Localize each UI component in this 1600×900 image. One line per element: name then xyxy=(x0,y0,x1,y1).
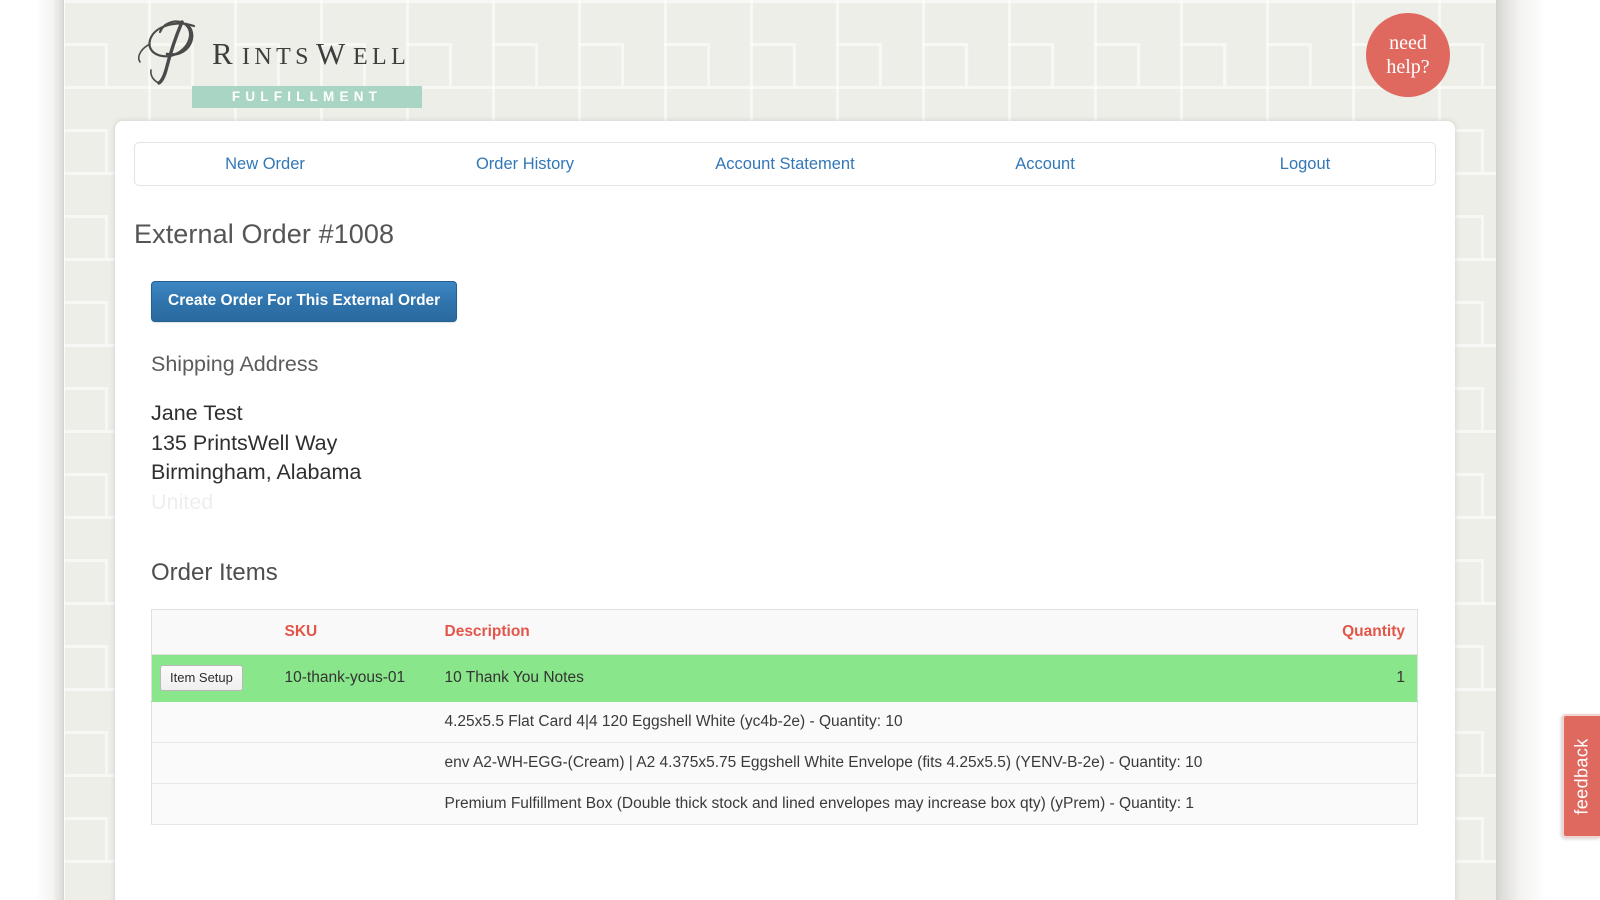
sub-item-description-cell: 4.25x5.5 Flat Card 4|4 120 Eggshell Whit… xyxy=(436,701,1418,743)
printswell-logo[interactable]: R INTS W ELL FULFILLMENT xyxy=(120,14,430,108)
table-row: env A2-WH-EGG-(Cream) | A2 4.375x5.75 Eg… xyxy=(151,742,1418,784)
item-setup-button[interactable]: Item Setup xyxy=(160,665,243,691)
sub-item-description-cell: env A2-WH-EGG-(Cream) | A2 4.375x5.75 Eg… xyxy=(436,742,1418,784)
column-header-sku: SKU xyxy=(276,609,437,655)
sub-item-sku-cell xyxy=(276,742,437,784)
need-help-line-2: help? xyxy=(1386,56,1430,78)
table-row: Item Setup 10-thank-yous-01 10 Thank You… xyxy=(151,654,1418,702)
table-header-row: SKU Description Quantity xyxy=(151,609,1418,655)
column-header-description: Description xyxy=(436,609,1308,655)
nav-item-order-history[interactable]: Order History xyxy=(395,155,655,174)
table-row: Premium Fulfillment Box (Double thick st… xyxy=(151,783,1418,825)
sub-item-description-cell: Premium Fulfillment Box (Double thick st… xyxy=(436,783,1418,825)
item-sku-cell: 10-thank-yous-01 xyxy=(276,654,437,702)
shipping-recipient-name: Jane Test xyxy=(151,401,243,425)
item-setup-cell: Item Setup xyxy=(151,654,277,702)
svg-text:ELL: ELL xyxy=(353,44,410,70)
logo-fulfillment-band: FULFILLMENT xyxy=(192,86,422,108)
nav-item-account-statement[interactable]: Account Statement xyxy=(655,155,915,174)
order-items-table: SKU Description Quantity Item Setup 10-t… xyxy=(151,609,1418,825)
content-card: New Order Order History Account Statemen… xyxy=(115,121,1455,900)
column-header-action xyxy=(151,609,277,655)
svg-text:R: R xyxy=(212,36,237,71)
order-items-table-body: Item Setup 10-thank-yous-01 10 Thank You… xyxy=(151,654,1418,825)
table-row: 4.25x5.5 Flat Card 4|4 120 Eggshell Whit… xyxy=(151,701,1418,743)
nav-item-account[interactable]: Account xyxy=(915,155,1175,174)
svg-text:INTS: INTS xyxy=(242,44,313,70)
sub-item-action-cell xyxy=(151,701,277,743)
left-page-shadow xyxy=(0,0,64,900)
main-navigation: New Order Order History Account Statemen… xyxy=(134,142,1436,186)
need-help-button[interactable]: need help? xyxy=(1366,13,1450,97)
order-items-heading: Order Items xyxy=(151,559,278,586)
shipping-city-state: Birmingham, Alabama xyxy=(151,460,362,484)
sub-item-action-cell xyxy=(151,783,277,825)
create-order-button[interactable]: Create Order For This External Order xyxy=(151,281,458,322)
logo-wordmark: R INTS W ELL xyxy=(120,14,430,86)
nav-item-logout[interactable]: Logout xyxy=(1175,155,1435,174)
need-help-line-1: need xyxy=(1389,32,1427,54)
browser-viewport: R INTS W ELL FULFILLMENT need help? New … xyxy=(0,0,1600,900)
feedback-tab-button[interactable]: feedback xyxy=(1562,714,1600,838)
sub-item-sku-cell xyxy=(276,701,437,743)
site-header: R INTS W ELL FULFILLMENT need help? xyxy=(62,0,1498,118)
shipping-address-block: Jane Test 135 PrintsWell Way Birmingham,… xyxy=(151,399,1455,517)
order-items-table-head: SKU Description Quantity xyxy=(151,609,1418,655)
page-title: External Order #1008 xyxy=(134,219,395,249)
item-description-cell: 10 Thank You Notes xyxy=(436,654,1308,702)
shipping-address-heading: Shipping Address xyxy=(151,352,319,376)
shipping-street: 135 PrintsWell Way xyxy=(151,430,338,455)
sub-item-action-cell xyxy=(151,742,277,784)
item-quantity-cell: 1 xyxy=(1307,654,1418,702)
feedback-tab-label: feedback xyxy=(1571,737,1592,815)
nav-item-new-order[interactable]: New Order xyxy=(135,155,395,174)
shipping-country-partial: United xyxy=(151,489,214,514)
svg-text:W: W xyxy=(316,36,350,71)
sub-item-sku-cell xyxy=(276,783,437,825)
column-header-quantity: Quantity xyxy=(1307,609,1418,655)
